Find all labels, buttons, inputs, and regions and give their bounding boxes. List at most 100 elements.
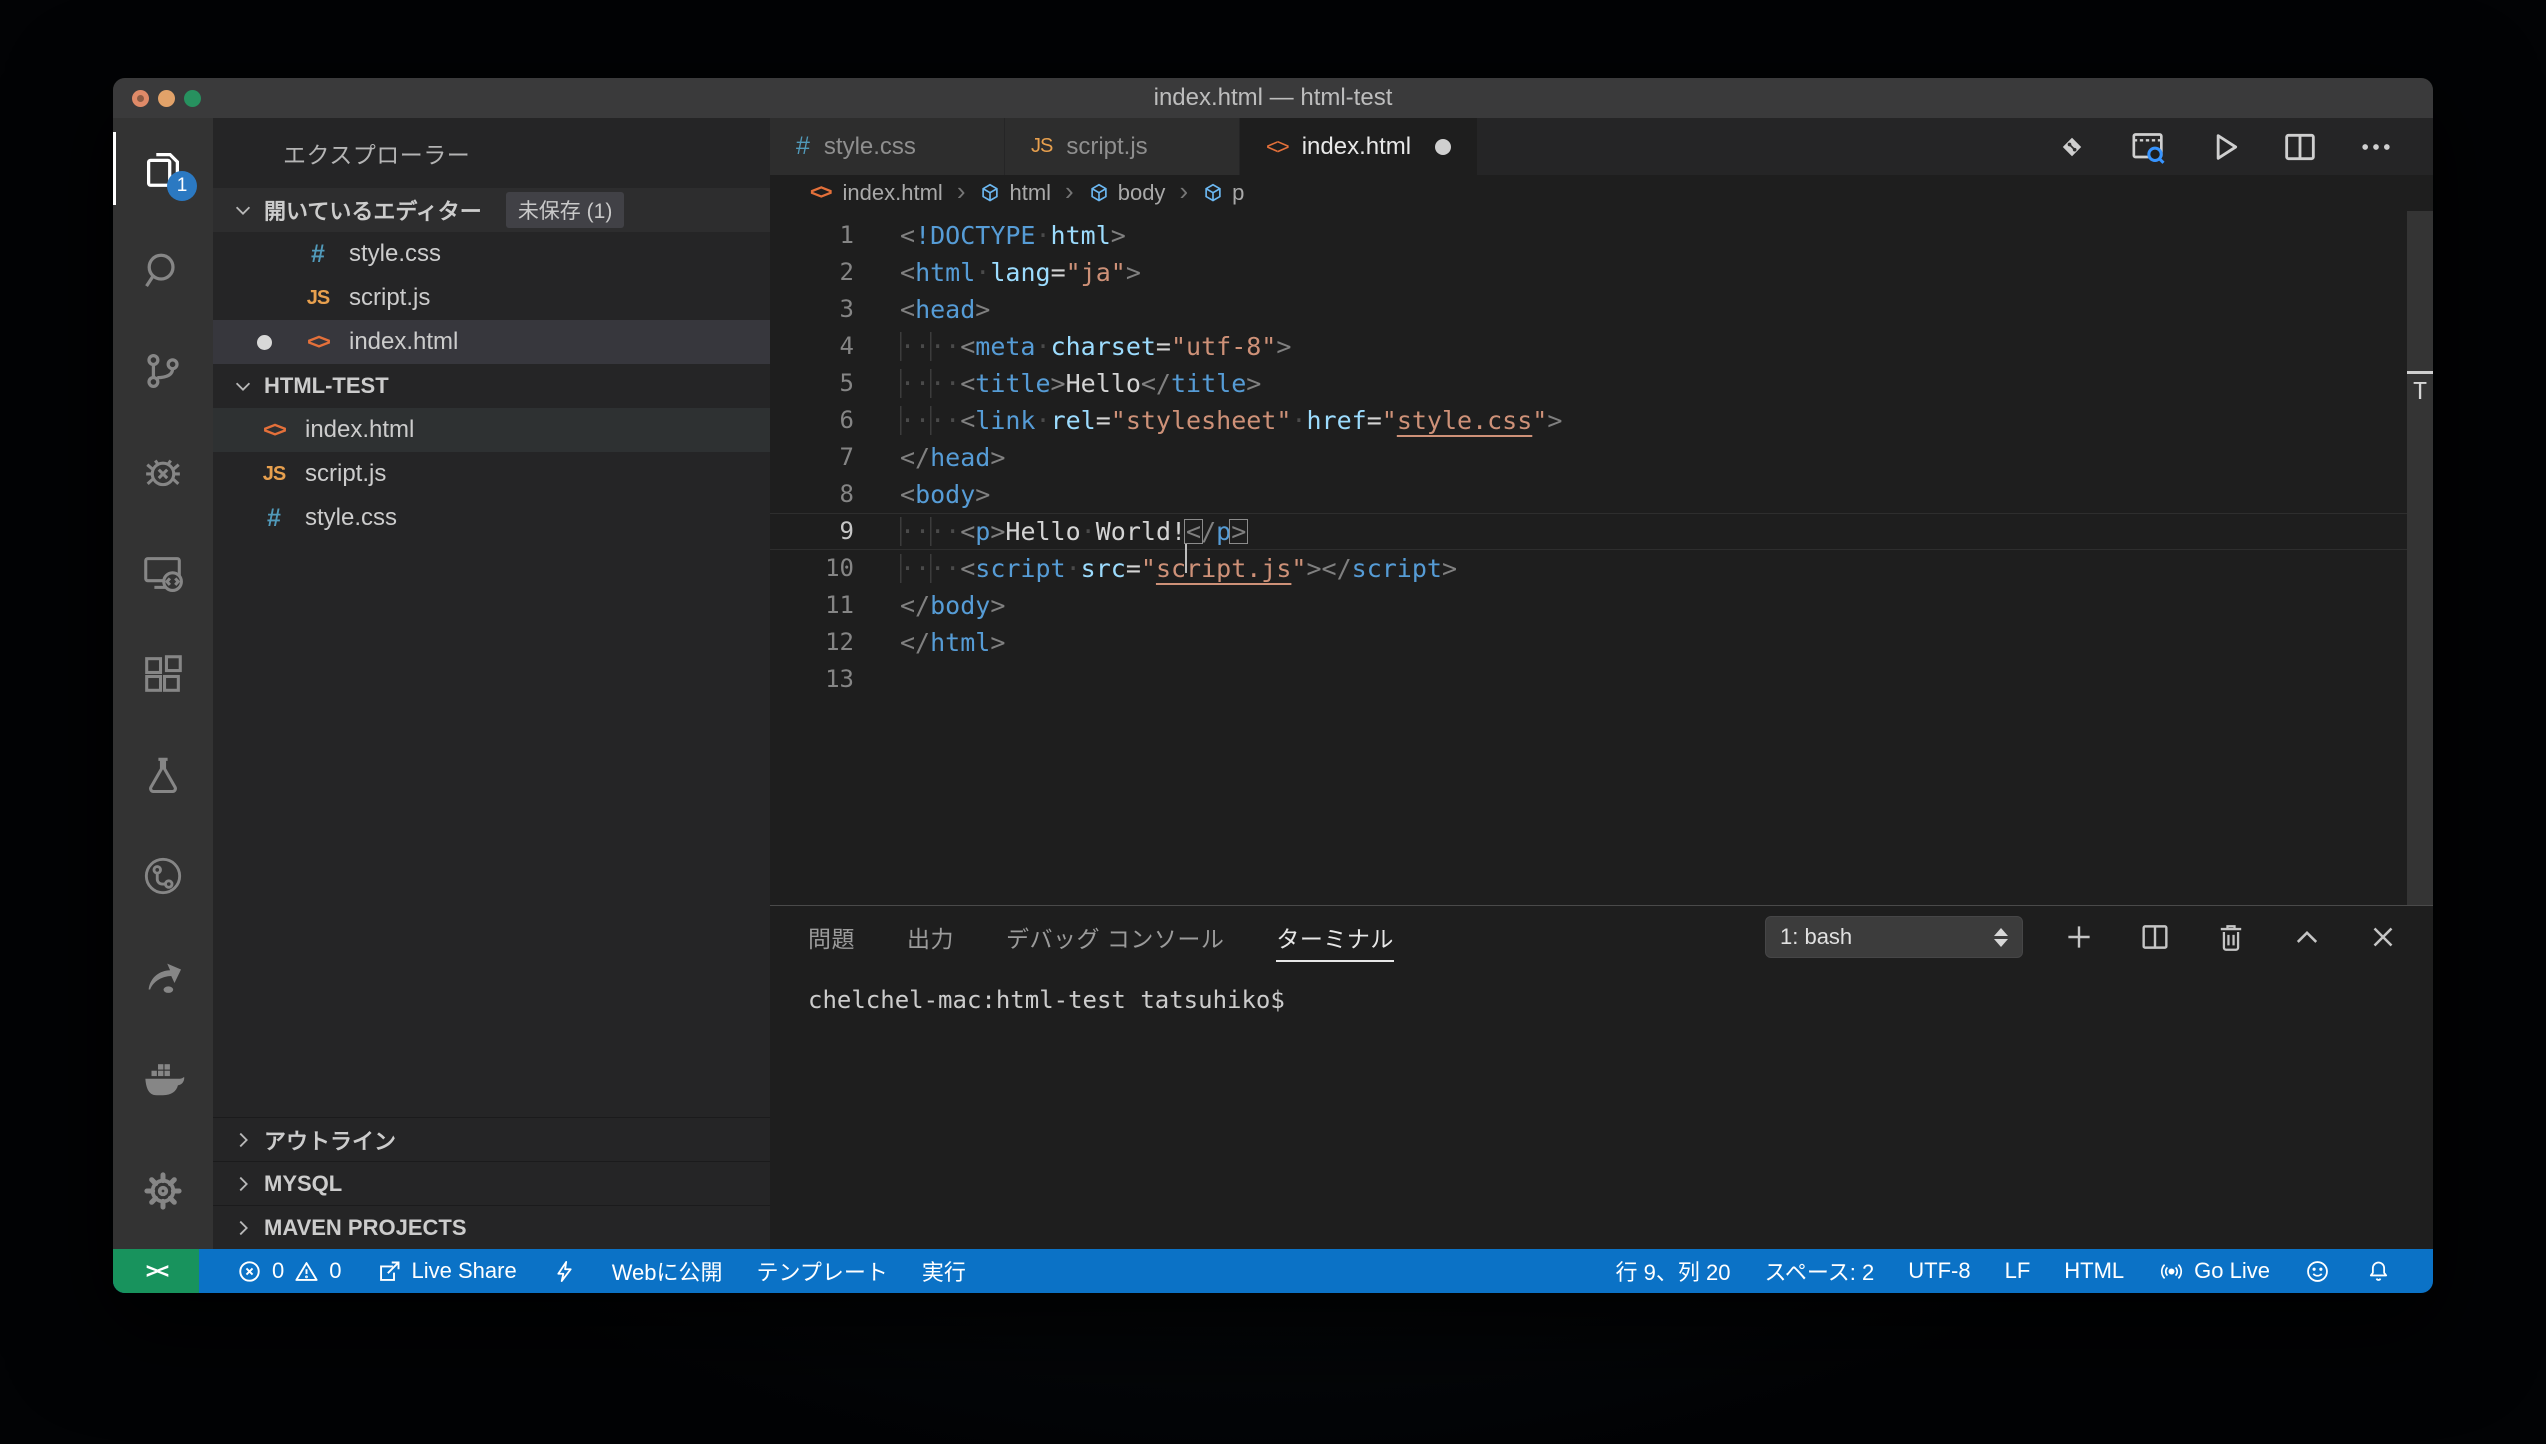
activity-source-control[interactable]	[113, 320, 213, 421]
status-problems[interactable]: 00	[219, 1249, 359, 1293]
terminal-select[interactable]: 1: bash	[1765, 916, 2023, 958]
section-project[interactable]: HTML-TEST	[213, 364, 770, 408]
section-maven-projects[interactable]: MAVEN PROJECTS	[213, 1205, 770, 1249]
status-notifications[interactable]	[2348, 1249, 2409, 1293]
status-cursor-position[interactable]: 行 9、列 20	[1599, 1249, 1748, 1293]
sidebar-explorer: エクスプローラー 開いているエディター 未保存 (1) #style.cssJS…	[213, 118, 770, 1249]
section-mysql[interactable]: MYSQL	[213, 1161, 770, 1205]
code-line-8[interactable]: 8<body>	[770, 476, 2433, 513]
code-line-10[interactable]: 10····<script·src="script.js"></script>	[770, 550, 2433, 587]
status-live-share[interactable]: Live Share	[359, 1249, 534, 1293]
chevron-right-icon	[232, 1173, 254, 1195]
status-eol[interactable]: LF	[1988, 1249, 2048, 1293]
breadcrumb-item-body[interactable]: body	[1088, 180, 1166, 206]
open-preview-icon[interactable]	[2127, 126, 2169, 168]
file-name: style.css	[305, 504, 397, 532]
tree-item-index.html[interactable]: <>index.html	[213, 408, 770, 452]
code-line-7[interactable]: 7</head>	[770, 439, 2433, 476]
code-line-12[interactable]: 12</html>	[770, 624, 2433, 661]
activity-explorer[interactable]: 1	[113, 118, 213, 219]
code-line-4[interactable]: 4····<meta·charset="utf-8">	[770, 328, 2433, 365]
status-bar-main: 00Live Share Webに公開テンプレート実行 行 9、列 20スペース:…	[199, 1249, 2433, 1293]
line-number: 7	[770, 439, 900, 476]
warning-icon	[293, 1258, 320, 1285]
gear-icon	[140, 1168, 186, 1214]
kill-terminal-icon[interactable]	[2211, 917, 2251, 957]
code-line-2[interactable]: 2<html·lang="ja">	[770, 254, 2433, 291]
section-open-editors[interactable]: 開いているエディター 未保存 (1)	[213, 188, 770, 232]
status-feedback[interactable]	[2287, 1249, 2348, 1293]
split-terminal-icon[interactable]	[2135, 917, 2175, 957]
explorer-badge: 1	[167, 171, 197, 201]
activity-extensions[interactable]	[113, 623, 213, 724]
code-line-11[interactable]: 11</body>	[770, 587, 2433, 624]
status-lightning[interactable]	[534, 1249, 595, 1293]
status-language-mode[interactable]: HTML	[2047, 1249, 2141, 1293]
panel-tab-出力[interactable]: 出力	[907, 906, 954, 968]
maximize-panel-icon[interactable]	[2287, 917, 2327, 957]
breadcrumb-separator: ›	[1179, 176, 1188, 207]
panel-tab-ターミナル[interactable]: ターミナル	[1276, 906, 1394, 968]
git-compare-icon[interactable]	[2051, 126, 2093, 168]
more-actions-icon[interactable]	[2355, 126, 2397, 168]
status-indentation[interactable]: スペース: 2	[1747, 1249, 1891, 1293]
panel-tab-デバッグ コンソール[interactable]: デバッグ コンソール	[1006, 906, 1224, 968]
activity-bar: 1	[113, 118, 213, 1249]
file-name: script.js	[349, 284, 430, 312]
activity-share[interactable]	[113, 926, 213, 1027]
code-line-3[interactable]: 3<head>	[770, 291, 2433, 328]
breadcrumb-label: index.html	[843, 180, 943, 206]
status-go-live[interactable]: Go Live	[2141, 1249, 2287, 1293]
status-template[interactable]: テンプレート	[740, 1249, 905, 1293]
tab-script.js[interactable]: JSscript.js	[1005, 118, 1240, 175]
code-line-1[interactable]: 1<!DOCTYPE·html>	[770, 217, 2433, 254]
new-terminal-icon[interactable]	[2059, 917, 2099, 957]
status-encoding[interactable]: UTF-8	[1891, 1249, 1987, 1293]
open-editor-item-style.css[interactable]: #style.css	[213, 232, 770, 276]
line-number: 6	[770, 402, 900, 439]
code-line-6[interactable]: 6····<link·rel="stylesheet"·href="style.…	[770, 402, 2433, 439]
code-editor[interactable]: T 1<!DOCTYPE·html>2<html·lang="ja">3<hea…	[770, 211, 2433, 905]
tab-index.html[interactable]: <>index.html	[1240, 118, 1478, 175]
status-run[interactable]: 実行	[905, 1249, 983, 1293]
panel-actions: 1: bash	[1765, 916, 2403, 958]
status-right: 行 9、列 20スペース: 2UTF-8LFHTMLGo Live	[1599, 1249, 2410, 1293]
status-publish-web[interactable]: Webに公開	[595, 1249, 740, 1293]
minimize-window-button[interactable]	[158, 90, 175, 107]
panel-tab-問題[interactable]: 問題	[808, 906, 855, 968]
panel-tabs: 問題出力デバッグ コンソールターミナル	[808, 906, 1394, 968]
open-editor-item-script.js[interactable]: JSscript.js	[213, 276, 770, 320]
activity-remote-explorer[interactable]	[113, 522, 213, 623]
breadcrumb-item-index.html[interactable]: <>index.html	[810, 180, 943, 206]
maximize-window-button[interactable]	[184, 90, 201, 107]
activity-debug[interactable]	[113, 421, 213, 522]
code-line-5[interactable]: 5····<title>Hello</title>	[770, 365, 2433, 402]
activity-pull-request[interactable]	[113, 825, 213, 926]
close-window-button[interactable]	[132, 90, 149, 107]
tree-item-script.js[interactable]: JSscript.js	[213, 452, 770, 496]
remote-indicator[interactable]: ><	[113, 1249, 199, 1293]
code-line-9[interactable]: 9····<p>Hello·World!</p>	[770, 513, 2433, 550]
run-icon[interactable]	[2203, 126, 2245, 168]
unsaved-badge: 未保存 (1)	[506, 192, 625, 228]
css-file-icon: #	[301, 240, 335, 269]
tab-style.css[interactable]: #style.css	[770, 118, 1005, 175]
breadcrumb-item-p[interactable]: p	[1202, 180, 1244, 206]
split-editor-icon[interactable]	[2279, 126, 2321, 168]
activity-settings[interactable]	[113, 1140, 213, 1241]
activity-search[interactable]	[113, 219, 213, 320]
vscode-window: index.html — html-test 1	[113, 78, 2433, 1293]
close-panel-icon[interactable]	[2363, 917, 2403, 957]
activity-docker[interactable]	[113, 1027, 213, 1128]
activity-test[interactable]	[113, 724, 213, 825]
line-number: 11	[770, 587, 900, 624]
open-editor-item-index.html[interactable]: <>index.html	[213, 320, 770, 364]
breadcrumb-item-html[interactable]: html	[979, 180, 1051, 206]
code-line-13[interactable]: 13	[770, 661, 2433, 698]
tree-item-style.css[interactable]: #style.css	[213, 496, 770, 540]
tab-label: index.html	[1302, 133, 1411, 161]
breadcrumb-separator: ›	[1065, 176, 1074, 207]
section-アウトライン[interactable]: アウトライン	[213, 1117, 770, 1161]
terminal-output[interactable]: chelchel-mac:html-test tatsuhiko$	[770, 968, 2433, 1249]
panel-header: 問題出力デバッグ コンソールターミナル 1: bash	[770, 906, 2433, 968]
